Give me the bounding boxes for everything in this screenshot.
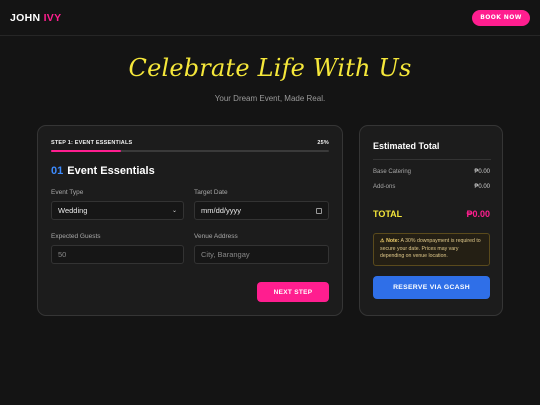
event-type-label: Event Type <box>51 189 84 196</box>
step-header: STEP 1: EVENT ESSENTIALS 25% <box>51 140 329 146</box>
logo[interactable]: JOHN IVY <box>10 12 61 24</box>
base-catering-label: Base Catering <box>373 169 412 175</box>
addons-row: Add-ons ₱0.00 <box>373 184 490 190</box>
progress-fill <box>51 150 121 152</box>
base-catering-value: ₱0.00 <box>474 169 490 175</box>
section-title: 01 Event Essentials <box>51 165 155 177</box>
target-date-placeholder: mm/dd/yyyy <box>201 206 242 215</box>
guests-label: Expected Guests <box>51 233 101 240</box>
progress-percent: 25% <box>317 140 329 146</box>
top-nav: JOHN IVY BOOK NOW <box>0 0 540 36</box>
guests-input[interactable]: 50 <box>51 245 184 264</box>
venue-label: Venue Address <box>194 233 238 240</box>
section-number: 01 <box>51 165 64 177</box>
guests-value: 50 <box>58 250 67 259</box>
section-title-text: Event Essentials <box>67 165 155 177</box>
event-type-value: Wedding <box>58 206 88 215</box>
venue-input[interactable]: City, Barangay <box>194 245 329 264</box>
total-card-title: Estimated Total <box>373 141 440 151</box>
addons-label: Add-ons <box>373 184 396 190</box>
logo-accent: IVY <box>43 11 62 24</box>
note-prefix: ⚠ Note: <box>380 238 400 244</box>
calendar-icon[interactable] <box>316 207 322 214</box>
total-value: ₱0.00 <box>466 209 490 219</box>
target-date-label: Target Date <box>194 189 228 196</box>
reserve-gcash-button[interactable]: RESERVE VIA GCASH <box>373 276 490 299</box>
progress-bar <box>51 150 329 152</box>
hero-title: Celebrate Life With Us <box>128 54 412 82</box>
downpayment-note: ⚠ Note: A 30% downpayment is required to… <box>373 233 490 266</box>
next-step-button[interactable]: NEXT STEP <box>257 282 329 302</box>
target-date-input[interactable]: mm/dd/yyyy <box>194 201 329 220</box>
logo-main: JOHN <box>10 11 41 24</box>
total-label: TOTAL <box>373 209 403 219</box>
addons-value: ₱0.00 <box>474 184 490 190</box>
base-catering-row: Base Catering ₱0.00 <box>373 169 490 175</box>
event-type-select[interactable]: Wedding ⌄ <box>51 201 184 220</box>
total-row: TOTAL ₱0.00 <box>373 209 490 219</box>
chevron-down-icon: ⌄ <box>171 208 177 214</box>
venue-placeholder: City, Barangay <box>201 250 250 259</box>
step-label: STEP 1: EVENT ESSENTIALS <box>51 140 133 146</box>
event-form-card: STEP 1: EVENT ESSENTIALS 25% 01 Event Ess… <box>37 125 343 316</box>
divider <box>373 159 491 160</box>
book-now-button[interactable]: BOOK NOW <box>472 9 530 26</box>
estimated-total-card: Estimated Total Base Catering ₱0.00 Add-… <box>359 125 503 316</box>
hero-subtitle: Your Dream Event, Made Real. <box>214 94 326 103</box>
